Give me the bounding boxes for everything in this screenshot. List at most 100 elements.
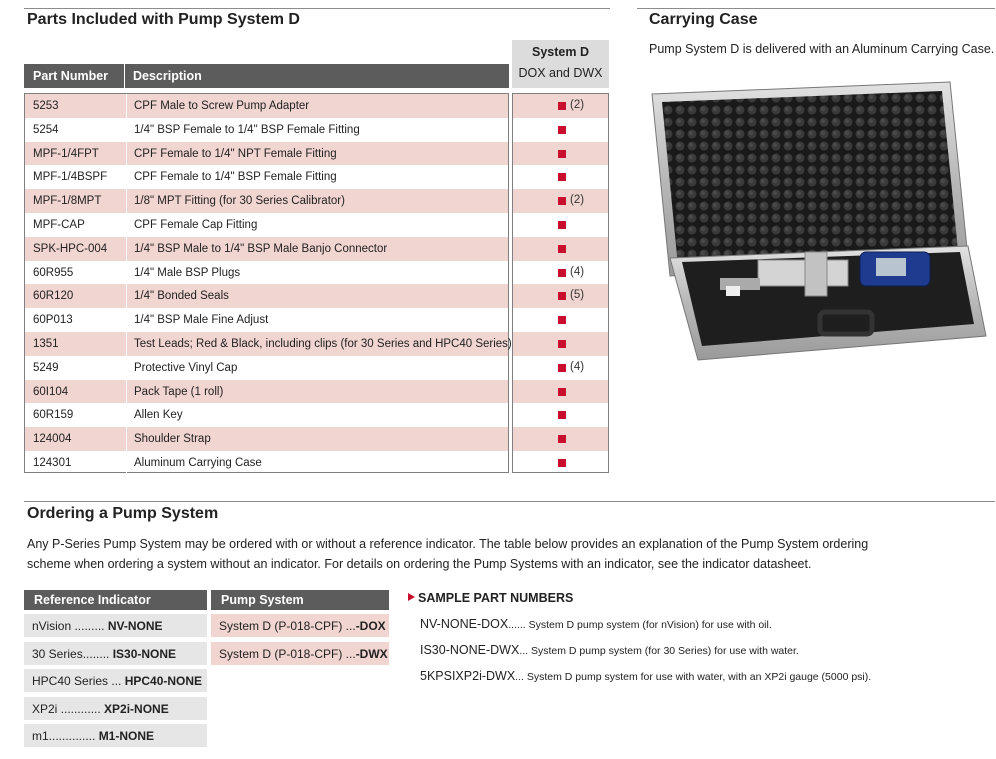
included-marker-icon	[558, 340, 566, 348]
included-marker-icon	[558, 411, 566, 420]
part-number-cell: 60I104	[33, 385, 69, 398]
included-marker-icon	[558, 244, 566, 253]
pump-system-code: -DWX	[355, 647, 388, 661]
system-d-cell	[513, 141, 608, 166]
quantity-label: (4)	[570, 265, 585, 278]
sample-dots: ...	[519, 645, 531, 657]
sample-code: IS30-NONE-DWX	[420, 643, 520, 657]
description-cell: 1/4" BSP Male Fine Adjust	[134, 314, 269, 327]
system-d-label: System D	[532, 45, 589, 59]
included-marker-icon	[558, 316, 566, 325]
part-number-cell: 5253	[33, 100, 59, 112]
system-d-cell: (4)	[513, 356, 608, 380]
row-divider	[126, 260, 127, 285]
quantity-label: (5)	[570, 289, 585, 302]
sample-part-number: 5KPSIXP2i-DWX... System D pump system fo…	[420, 669, 871, 683]
system-d-cell	[513, 379, 608, 404]
included-marker-icon	[558, 102, 566, 110]
system-d-cell: (2)	[513, 94, 608, 118]
part-number-cell: 1351	[33, 338, 59, 350]
pump-system-item: System D (P-018-CPF) ...-DWX	[211, 642, 389, 665]
reference-indicator-label: HPC40 Series ...	[32, 674, 125, 688]
reference-indicator-code: XP2i-NONE	[104, 701, 169, 716]
row-divider	[126, 165, 127, 190]
ordering-title: Ordering a Pump System	[27, 505, 219, 522]
reference-indicator-code: HPC40-NONE	[124, 674, 203, 688]
parts-table-row: 60R120 1/4" Bonded Seals	[25, 284, 508, 309]
parts-table-row: 124301 Aluminum Carrying Case	[25, 451, 508, 475]
sample-description: System D pump system (for nVision) for u…	[528, 619, 772, 631]
system-d-cell	[513, 332, 608, 356]
description-cell: 1/4" BSP Female to 1/4" BSP Female Fitti…	[134, 123, 360, 136]
row-divider	[126, 236, 127, 261]
parts-table-row: 5254 1/4" BSP Female to 1/4" BSP Female F…	[25, 117, 508, 142]
row-divider	[126, 427, 127, 451]
system-d-variants-label: DOX and DWX	[518, 66, 603, 80]
part-number-cell: MPF-1/4FPT	[33, 147, 99, 160]
system-d-cell: (2)	[513, 189, 608, 213]
included-marker-icon	[558, 173, 566, 182]
ordering-paragraph-line2: scheme when ordering a system without an…	[27, 557, 812, 571]
arrow-right-icon	[408, 593, 415, 601]
parts-table-row: 5253 CPF Male to Screw Pump Adapter	[25, 94, 508, 118]
sample-part-number: IS30-NONE-DWX... System D pump system (f…	[420, 643, 799, 657]
description-cell: CPF Female to 1/4" BSP Female Fitting	[134, 171, 337, 184]
part-number-cell: MPF-CAP	[33, 219, 85, 231]
quantity-label: (2)	[570, 99, 585, 111]
reference-indicator-label: nVision .........	[32, 619, 108, 633]
system-d-cell	[513, 451, 608, 475]
sample-part-number: NV-NONE-DOX...... System D pump system (…	[420, 617, 772, 631]
quantity-label: (2)	[570, 194, 585, 207]
row-divider	[126, 117, 127, 142]
included-marker-icon	[558, 363, 566, 372]
carrying-case-title: Carrying Case	[649, 11, 758, 28]
pump-system-code: -DOX	[355, 619, 386, 633]
parts-table-row: 60P013 1/4" BSP Male Fine Adjust	[25, 308, 508, 332]
sample-part-numbers-title: SAMPLE PART NUMBERS	[408, 591, 573, 605]
system-d-cell	[513, 213, 608, 237]
system-d-cell	[513, 118, 608, 142]
quantity-label: (4)	[570, 360, 585, 373]
part-number-cell: 60R120	[33, 290, 74, 303]
included-marker-icon	[558, 292, 566, 301]
part-number-cell: 60R955	[33, 266, 74, 279]
pump-system-header: Pump System	[211, 590, 389, 610]
description-cell: CPF Female Cap Fitting	[134, 219, 258, 231]
parts-table-row: MPF-1/4BSPF CPF Female to 1/4" BSP Female…	[25, 165, 508, 190]
pump-system-item: System D (P-018-CPF) ...-DOX	[211, 614, 389, 637]
reference-indicator-code: M1-NONE	[98, 729, 155, 743]
reference-indicator-item: nVision ......... NV-NONE	[24, 614, 207, 637]
included-marker-icon	[558, 268, 566, 277]
system-d-cell	[513, 403, 608, 427]
sample-code: NV-NONE-DOX	[420, 617, 509, 631]
included-marker-icon	[558, 221, 566, 229]
sample-dots: ...	[515, 671, 527, 683]
parts-table-row: 124004 Shoulder Strap	[25, 427, 508, 451]
reference-indicator-label: XP2i ............	[32, 701, 105, 716]
row-divider	[126, 141, 127, 166]
system-d-cell	[513, 427, 608, 451]
part-number-cell: SPK-HPC-004	[33, 242, 108, 255]
part-number-cell: 60P013	[33, 314, 73, 327]
description-cell: 1/4" BSP Male to 1/4" BSP Male Banjo Con…	[134, 242, 388, 255]
system-d-cell	[513, 308, 608, 332]
description-cell: Shoulder Strap	[134, 433, 211, 446]
sample-description: System D pump system (for 30 Series) for…	[531, 645, 799, 657]
description-cell: 1/8" MPT Fitting (for 30 Series Calibrat…	[134, 195, 345, 208]
description-cell: Pack Tape (1 roll)	[134, 385, 224, 398]
sample-dots: ......	[508, 619, 529, 631]
reference-indicator-item: 30 Series........ IS30-NONE	[24, 641, 207, 665]
part-number-cell: MPF-1/4BSPF	[33, 171, 108, 184]
included-marker-icon	[558, 197, 566, 206]
part-number-cell: 5254	[33, 123, 59, 136]
parts-section-title: Parts Included with Pump System D	[27, 11, 300, 28]
parts-table-row: MPF-CAP CPF Female Cap Fitting	[25, 213, 508, 237]
parts-table: 5253 CPF Male to Screw Pump Adapter 5254 1/…	[24, 93, 512, 475]
parts-table-header: Part Number Description	[24, 64, 509, 88]
parts-table-row: 60R955 1/4" Male BSP Plugs	[25, 260, 508, 285]
reference-indicator-item: HPC40 Series ... HPC40-NONE	[24, 669, 207, 692]
part-number-cell: 124004	[33, 433, 72, 446]
description-cell: CPF Female to 1/4" NPT Female Fitting	[134, 147, 337, 160]
description-cell: CPF Male to Screw Pump Adapter	[134, 100, 310, 112]
sample-title-text: SAMPLE PART NUMBERS	[418, 591, 574, 605]
